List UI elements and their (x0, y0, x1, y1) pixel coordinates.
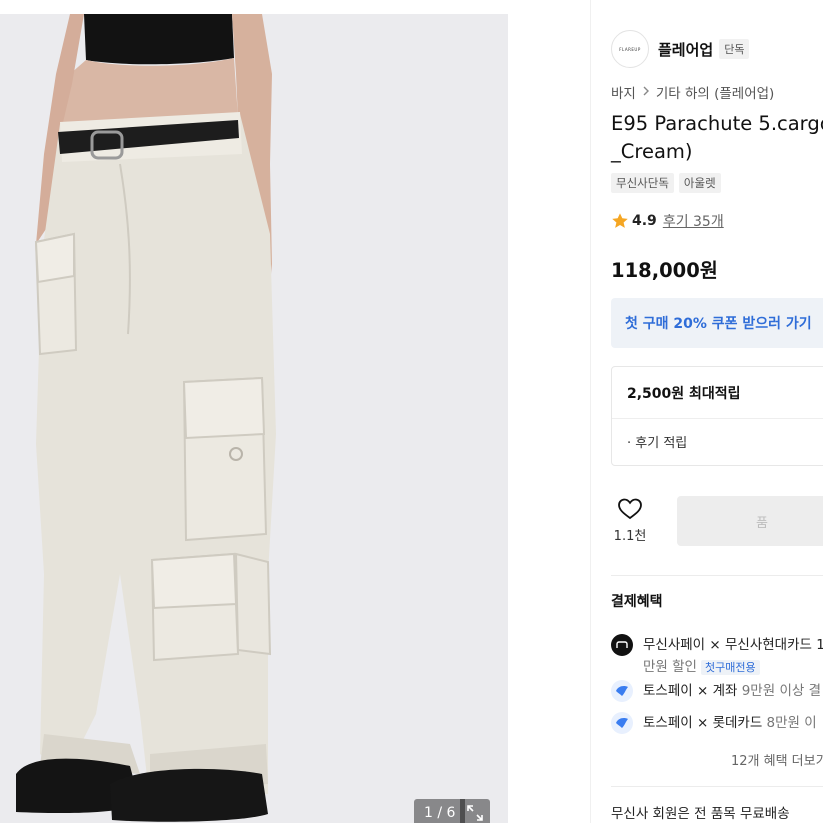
product-info-panel: FLAREUP 플레어업 단독 바지 기타 하의 (플레어업) E95 Para… (590, 0, 823, 823)
payment-benefits-title: 결제혜택 (611, 594, 663, 610)
brand-logo-text: FLAREUP (619, 46, 641, 52)
brand-row[interactable]: FLAREUP 플레어업 단독 (611, 30, 750, 68)
chevron-right-icon (642, 85, 650, 99)
rating-row: 4.9 후기 35개 (611, 211, 724, 231)
points-box: 2,500원 최대적립 · 후기 적립 (611, 366, 823, 466)
first-purchase-chip: 첫구매전용 (700, 660, 760, 675)
exclusive-badge: 단독 (719, 39, 750, 59)
max-points-label[interactable]: 2,500원 최대적립 (627, 383, 741, 403)
review-points-label: · 후기 적립 (627, 436, 688, 451)
brand-logo[interactable]: FLAREUP (611, 30, 649, 68)
brand-name[interactable]: 플레어업 (658, 39, 713, 60)
coupon-label: 첫 구매 20% 쿠폰 받으러 가기 (625, 316, 812, 332)
like-count: 1.1천 (613, 529, 647, 544)
section-divider (611, 786, 823, 787)
product-title: E95 Parachute 5.cargo _Cream) (611, 112, 823, 163)
toss-pay-icon (611, 712, 633, 734)
breadcrumb: 바지 기타 하의 (플레어업) (611, 82, 774, 102)
benefit-item-toss-lotte[interactable]: 토스페이 × 롯데카드 8만원 이 (611, 712, 817, 734)
benefit-lead: 토스페이 × 계좌 (643, 683, 742, 699)
benefit-condition: 8만원 이 (766, 715, 817, 731)
points-divider (612, 418, 823, 419)
buy-button-label: 품 (756, 515, 768, 531)
breadcrumb-item-category[interactable]: 바지 (611, 82, 636, 102)
reviews-link[interactable]: 후기 35개 (663, 211, 724, 231)
benefit-item-toss-account[interactable]: 토스페이 × 계좌 9만원 이상 결 (611, 680, 821, 702)
product-image-gallery[interactable]: 1 / 6 (0, 14, 508, 823)
expand-arrows-icon (467, 805, 483, 821)
benefit-line-2: 만원 할인 (643, 659, 697, 675)
product-tags: 무신사단독 아울렛 (611, 173, 721, 193)
image-counter: 1 / 6 (414, 799, 466, 823)
rating-score: 4.9 (632, 213, 657, 229)
heart-icon (618, 498, 642, 520)
toss-pay-icon (611, 680, 633, 702)
star-icon (612, 213, 628, 228)
free-shipping-notice: 무신사 회원은 전 품목 무료배송 (611, 806, 790, 822)
breadcrumb-item-subcategory[interactable]: 기타 하의 (플레어업) (656, 82, 774, 102)
benefit-condition: 9만원 이상 결 (741, 683, 821, 699)
like-button[interactable]: 1.1천 (611, 497, 649, 544)
first-purchase-coupon-button[interactable]: 첫 구매 20% 쿠폰 받으러 가기 (611, 298, 823, 348)
musinsa-pay-icon (611, 634, 633, 656)
benefit-line-1: 무신사페이 × 무신사현대카드 1 (643, 637, 823, 653)
section-divider (611, 575, 823, 576)
product-photo (0, 14, 508, 823)
benefit-item-musinsa-pay[interactable]: 무신사페이 × 무신사현대카드 1 만원 할인 첫구매전용 (611, 634, 823, 679)
tag-exclusive: 무신사단독 (611, 173, 674, 193)
expand-image-button[interactable] (460, 799, 490, 823)
buy-button[interactable]: 품 (677, 496, 823, 546)
more-benefits-link[interactable]: 12개 혜택 더보기 (731, 750, 823, 769)
tag-outlet: 아울렛 (678, 173, 721, 193)
product-price: 118,000원 (611, 259, 718, 282)
benefit-lead: 토스페이 × 롯데카드 (643, 715, 767, 731)
